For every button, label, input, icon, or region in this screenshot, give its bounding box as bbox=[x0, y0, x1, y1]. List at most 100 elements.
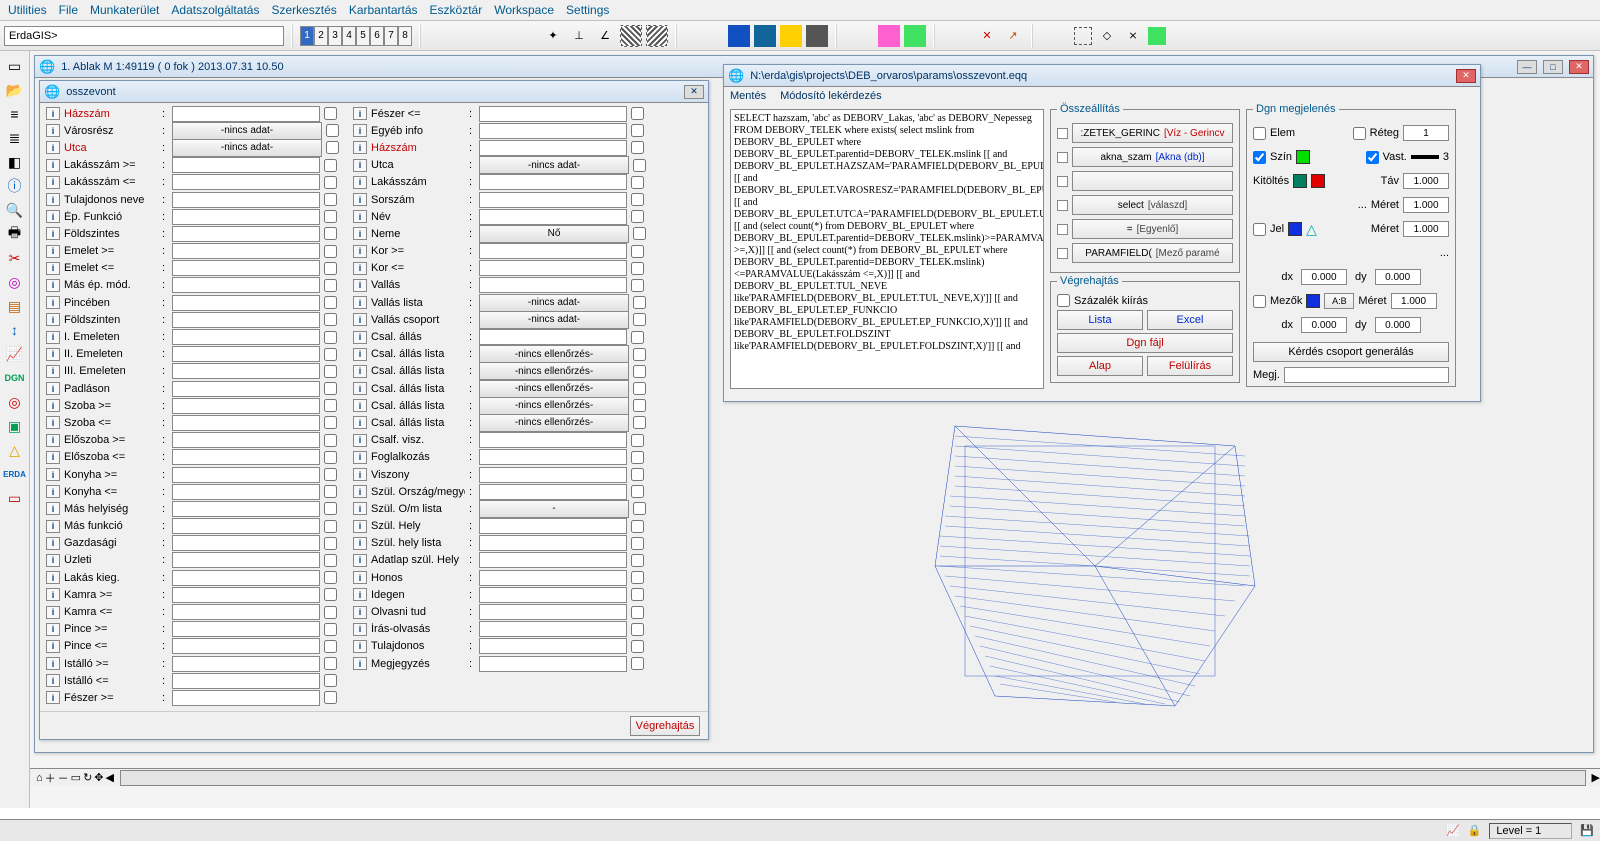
field-input[interactable] bbox=[172, 415, 320, 431]
field-input[interactable] bbox=[172, 467, 320, 483]
page-btn-8[interactable]: 8 bbox=[398, 26, 412, 46]
field-checkbox[interactable] bbox=[631, 279, 644, 292]
dy-input2[interactable] bbox=[1375, 317, 1421, 333]
ruler-right-icon[interactable]: ▶ bbox=[1592, 771, 1600, 784]
field-input[interactable] bbox=[172, 570, 320, 586]
query-menu-mentes[interactable]: Mentés bbox=[730, 90, 766, 102]
info-icon[interactable]: i bbox=[353, 399, 367, 412]
field-input[interactable] bbox=[479, 467, 627, 483]
page-btn-5[interactable]: 5 bbox=[356, 26, 370, 46]
ruler-plus-icon[interactable]: ＋ bbox=[45, 770, 56, 786]
field-input[interactable] bbox=[172, 638, 320, 654]
field-checkbox[interactable] bbox=[324, 520, 337, 533]
info-icon[interactable]: i bbox=[46, 227, 60, 240]
field-input[interactable] bbox=[479, 518, 627, 534]
info-icon[interactable]: i bbox=[353, 210, 367, 223]
page-btn-7[interactable]: 7 bbox=[384, 26, 398, 46]
tool-db-icon[interactable]: ◎ bbox=[4, 271, 26, 293]
field-checkbox[interactable] bbox=[324, 416, 337, 429]
export-icon[interactable]: ↗ bbox=[1002, 25, 1024, 47]
field-checkbox[interactable] bbox=[324, 674, 337, 687]
field-input[interactable] bbox=[172, 363, 320, 379]
szin-checkbox[interactable] bbox=[1253, 151, 1266, 164]
composer-button[interactable]: PARAMFIELD( [Mező paramé bbox=[1072, 243, 1233, 263]
field-input[interactable] bbox=[479, 123, 627, 139]
field-input[interactable] bbox=[172, 157, 320, 173]
field-checkbox[interactable] bbox=[633, 382, 646, 395]
field-checkbox[interactable] bbox=[324, 227, 337, 240]
field-input[interactable] bbox=[172, 346, 320, 362]
page-btn-3[interactable]: 3 bbox=[328, 26, 342, 46]
delete-x-icon[interactable]: ✕ bbox=[976, 25, 998, 47]
field-input[interactable] bbox=[172, 449, 320, 465]
field-input[interactable] bbox=[479, 535, 627, 551]
field-checkbox[interactable] bbox=[324, 571, 337, 584]
tool-redbox-icon[interactable]: ▭ bbox=[4, 487, 26, 509]
page-btn-6[interactable]: 6 bbox=[370, 26, 384, 46]
ellipsis1[interactable]: ... bbox=[1358, 199, 1367, 211]
field-input[interactable] bbox=[172, 535, 320, 551]
vegrehajtas-button[interactable]: Végrehajtás bbox=[630, 716, 700, 736]
field-checkbox[interactable] bbox=[324, 640, 337, 653]
info-icon[interactable]: i bbox=[46, 674, 60, 687]
field-input[interactable] bbox=[479, 140, 627, 156]
excel-button[interactable]: Excel bbox=[1147, 310, 1233, 330]
menu-workspace[interactable]: Workspace bbox=[494, 3, 554, 17]
info-icon[interactable]: i bbox=[353, 279, 367, 292]
composer-checkbox[interactable] bbox=[1057, 248, 1068, 259]
green1-icon[interactable] bbox=[904, 25, 926, 47]
field-input[interactable] bbox=[172, 209, 320, 225]
felul-button[interactable]: Felülírás bbox=[1147, 356, 1233, 376]
ruler-rot-icon[interactable]: ↻ bbox=[83, 771, 92, 784]
info-icon[interactable]: i bbox=[353, 331, 367, 344]
field-checkbox[interactable] bbox=[324, 159, 337, 172]
min-button[interactable]: — bbox=[1517, 60, 1537, 74]
field-checkbox[interactable] bbox=[324, 468, 337, 481]
sql-textarea[interactable]: SELECT hazszam, 'abc' as DEBORV_Lakas, '… bbox=[730, 109, 1044, 389]
field-checkbox[interactable] bbox=[324, 657, 337, 670]
dgnfajl-button[interactable]: Dgn fájl bbox=[1057, 333, 1233, 353]
info-icon[interactable]: i bbox=[46, 554, 60, 567]
field-checkbox[interactable] bbox=[324, 279, 337, 292]
field-input[interactable] bbox=[479, 552, 627, 568]
info-icon[interactable]: i bbox=[46, 107, 60, 120]
menu-file[interactable]: File bbox=[59, 3, 78, 17]
tool-erda-icon[interactable]: ERDA bbox=[4, 463, 26, 485]
field-checkbox[interactable] bbox=[326, 141, 339, 154]
field-checkbox[interactable] bbox=[324, 331, 337, 344]
page-btn-4[interactable]: 4 bbox=[342, 26, 356, 46]
h-scrollbar[interactable] bbox=[120, 770, 1586, 786]
info-icon[interactable]: i bbox=[46, 571, 60, 584]
field-checkbox[interactable] bbox=[631, 657, 644, 670]
field-input[interactable] bbox=[172, 484, 320, 500]
info-icon[interactable]: i bbox=[46, 193, 60, 206]
ruler-fit-icon[interactable]: ▭ bbox=[71, 771, 81, 784]
field-select[interactable]: - bbox=[479, 500, 629, 518]
info-icon[interactable]: i bbox=[46, 365, 60, 378]
view-yellow-icon[interactable] bbox=[780, 25, 802, 47]
field-input[interactable] bbox=[479, 209, 627, 225]
tool-open-icon[interactable]: 📂 bbox=[4, 79, 26, 101]
info-icon[interactable]: i bbox=[46, 520, 60, 533]
tool-info-icon[interactable]: ⓘ bbox=[4, 175, 26, 197]
composer-button[interactable]: select [válaszd] bbox=[1072, 195, 1233, 215]
field-checkbox[interactable] bbox=[631, 468, 644, 481]
field-select[interactable]: -nincs adat- bbox=[479, 311, 629, 329]
info-icon[interactable]: i bbox=[353, 159, 367, 172]
field-checkbox[interactable] bbox=[631, 451, 644, 464]
command-prompt[interactable] bbox=[4, 26, 284, 46]
field-input[interactable] bbox=[479, 570, 627, 586]
dy-input[interactable] bbox=[1375, 269, 1421, 285]
info-icon[interactable]: i bbox=[46, 296, 60, 309]
ruler-left-icon[interactable]: ◀ bbox=[106, 771, 114, 784]
szin-swatch[interactable] bbox=[1296, 150, 1310, 164]
field-checkbox[interactable] bbox=[631, 640, 644, 653]
field-input[interactable] bbox=[479, 656, 627, 672]
info-icon[interactable]: i bbox=[46, 159, 60, 172]
meret-input-2[interactable] bbox=[1403, 221, 1449, 237]
field-checkbox[interactable] bbox=[633, 502, 646, 515]
query-menu-modosito[interactable]: Módosító lekérdezés bbox=[780, 90, 882, 102]
mezok-checkbox[interactable] bbox=[1253, 295, 1266, 308]
view-blue-icon[interactable] bbox=[728, 25, 750, 47]
field-checkbox[interactable] bbox=[631, 520, 644, 533]
